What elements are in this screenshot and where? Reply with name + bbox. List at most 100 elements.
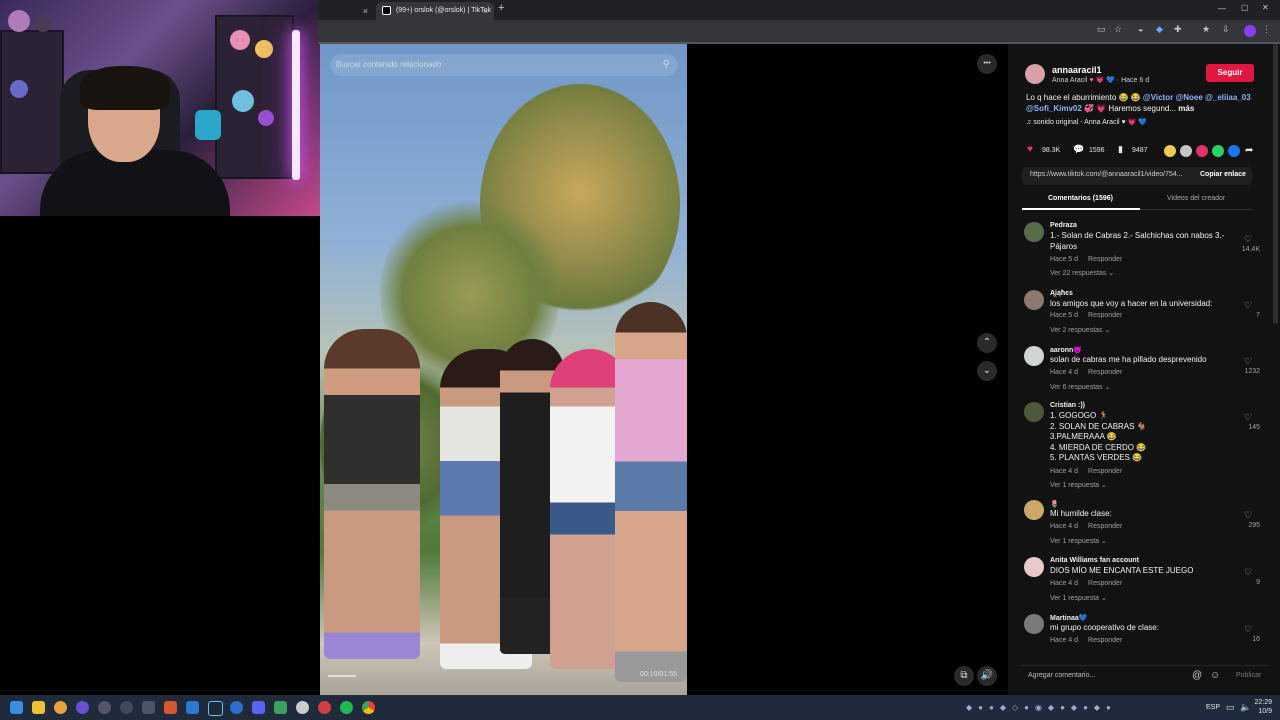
previous-video-button[interactable]: ⌃: [977, 333, 997, 353]
next-video-button[interactable]: ⌄: [977, 361, 997, 381]
app-icon[interactable]: [76, 701, 89, 714]
heart-icon[interactable]: ♥: [1027, 144, 1033, 155]
new-tab-button[interactable]: +: [498, 2, 504, 14]
download-icon[interactable]: ⇩: [1222, 24, 1230, 35]
cast-icon[interactable]: ▭: [1097, 24, 1106, 35]
commenter-name[interactable]: Anita Williams fan account: [1050, 557, 1139, 564]
bookmark-icon[interactable]: ▮: [1118, 144, 1123, 155]
comment-like-icon[interactable]: ♡: [1244, 510, 1252, 521]
view-replies-link[interactable]: Ver 1 respuesta ⌄: [1050, 481, 1107, 489]
tab-creator-videos[interactable]: Videos del creador: [1167, 195, 1225, 202]
share-arrow-icon[interactable]: ➦: [1245, 145, 1253, 156]
comment-like-icon[interactable]: ♡: [1244, 356, 1252, 367]
mention-link[interactable]: @Sofi_Kimv02: [1026, 104, 1082, 113]
app-icon[interactable]: [318, 701, 331, 714]
share-embed-icon[interactable]: [1164, 145, 1176, 157]
mention-link[interactable]: @Noee: [1175, 93, 1202, 102]
network-icon[interactable]: ▭: [1226, 702, 1235, 713]
comment-icon[interactable]: 💬: [1073, 144, 1084, 155]
search-icon[interactable]: ⚲: [663, 54, 670, 76]
whatsapp-icon[interactable]: [1212, 145, 1224, 157]
extension-icon[interactable]: ◒: [1138, 24, 1143, 34]
comment-like-icon[interactable]: ♡: [1244, 412, 1252, 423]
close-window-button[interactable]: ✕: [1262, 3, 1269, 12]
view-replies-link[interactable]: Ver 2 respuestas ⌄: [1050, 326, 1110, 334]
comment-like-icon[interactable]: ♡: [1244, 234, 1252, 245]
commenter-name[interactable]: Martinaa💙: [1050, 614, 1088, 622]
share-friends-icon[interactable]: [1180, 145, 1192, 157]
browser-tab-active[interactable]: (99+) orslok (@orslok) | TikTok ×: [376, 2, 494, 20]
creator-avatar[interactable]: [1025, 64, 1045, 84]
copy-link-button[interactable]: Copiar enlace: [1200, 171, 1246, 178]
file-explorer-icon[interactable]: [32, 701, 45, 714]
spotify-icon[interactable]: [340, 701, 353, 714]
facebook-icon[interactable]: [1228, 145, 1240, 157]
video-player[interactable]: [320, 44, 687, 695]
mention-at-icon[interactable]: @: [1192, 670, 1202, 681]
view-replies-link[interactable]: Ver 6 respuestas ⌄: [1050, 383, 1110, 391]
comment-input[interactable]: Agregar comentario...: [1028, 672, 1095, 679]
reply-button[interactable]: Responder: [1088, 637, 1122, 644]
maximize-button[interactable]: ▢: [1241, 3, 1249, 12]
app-icon[interactable]: [230, 701, 243, 714]
taskbar-clock[interactable]: 22:29 10/9: [1254, 698, 1272, 716]
commenter-name[interactable]: aaronn😈: [1050, 346, 1082, 354]
close-tab-icon[interactable]: ×: [363, 2, 368, 20]
extension-icon[interactable]: ◆: [1156, 24, 1163, 35]
reply-button[interactable]: Responder: [1088, 523, 1122, 530]
menu-icon[interactable]: ⋮: [1262, 24, 1271, 35]
commenter-name[interactable]: Cristian :)): [1050, 402, 1085, 409]
commenter-avatar[interactable]: [1024, 290, 1044, 310]
pip-button[interactable]: ⧉: [954, 666, 974, 686]
language-indicator[interactable]: ESP: [1206, 704, 1220, 711]
comment-like-icon[interactable]: ♡: [1244, 567, 1252, 578]
puzzle-icon[interactable]: ✚: [1174, 24, 1182, 35]
reply-button[interactable]: Responder: [1088, 312, 1122, 319]
follow-button[interactable]: Seguir: [1206, 64, 1254, 82]
publish-button[interactable]: Publicar: [1236, 672, 1261, 679]
volume-icon[interactable]: 🔈: [1240, 702, 1251, 713]
share-repost-icon[interactable]: [1196, 145, 1208, 157]
profile-avatar-icon[interactable]: [1244, 25, 1256, 37]
close-tab-icon[interactable]: ×: [483, 2, 488, 20]
system-tray-icons[interactable]: ◆●●◆◇●◉◆●◆●◆●: [966, 703, 1117, 712]
related-search-input[interactable]: Buscar contenido relacionado ⚲: [330, 54, 678, 76]
commenter-avatar[interactable]: [1024, 346, 1044, 366]
commenter-name[interactable]: Pedraza: [1050, 222, 1077, 229]
mention-link[interactable]: @_eliiaa_03: [1205, 93, 1251, 102]
comment-like-icon[interactable]: ♡: [1244, 300, 1252, 311]
start-windows-icon[interactable]: [10, 701, 23, 714]
view-replies-link[interactable]: Ver 1 respuesta ⌄: [1050, 537, 1107, 545]
commenter-name[interactable]: 🌷: [1050, 500, 1059, 508]
video-progress-bar[interactable]: [328, 675, 356, 677]
search-icon[interactable]: [54, 701, 67, 714]
minimize-button[interactable]: —: [1218, 4, 1226, 13]
view-replies-link[interactable]: Ver 1 respuesta ⌄: [1050, 594, 1107, 602]
panel-scrollbar[interactable]: [1273, 44, 1278, 324]
browser-tab[interactable]: ×: [320, 2, 374, 20]
reply-button[interactable]: Responder: [1088, 256, 1122, 263]
commenter-avatar[interactable]: [1024, 614, 1044, 634]
commenter-name[interactable]: Ąįąħєѕ: [1050, 290, 1073, 297]
discord-icon[interactable]: [252, 701, 265, 714]
caption-more-link[interactable]: más: [1178, 104, 1194, 113]
app-icon[interactable]: [296, 701, 309, 714]
commenter-avatar[interactable]: [1024, 222, 1044, 242]
commenter-avatar[interactable]: [1024, 557, 1044, 577]
bookmark-star-icon[interactable]: ☆: [1114, 24, 1122, 35]
comment-like-icon[interactable]: ♡: [1244, 624, 1252, 635]
reply-button[interactable]: Responder: [1088, 369, 1122, 376]
app-icon[interactable]: [120, 701, 133, 714]
commenter-avatar[interactable]: [1024, 402, 1044, 422]
tab-comments[interactable]: Comentarios (1596): [1048, 195, 1113, 202]
more-options-button[interactable]: •••: [977, 54, 997, 74]
creator-username[interactable]: annaaracil1: [1052, 65, 1102, 75]
app-icon[interactable]: [164, 701, 177, 714]
commenter-avatar[interactable]: [1024, 500, 1044, 520]
bookmarks-icon[interactable]: ★: [1202, 24, 1210, 35]
view-replies-link[interactable]: Ver 22 respuestas ⌄: [1050, 269, 1114, 277]
chrome-icon[interactable]: [362, 701, 375, 714]
reply-button[interactable]: Responder: [1088, 468, 1122, 475]
app-icon[interactable]: [274, 701, 287, 714]
emoji-icon[interactable]: ☺: [1210, 670, 1220, 681]
